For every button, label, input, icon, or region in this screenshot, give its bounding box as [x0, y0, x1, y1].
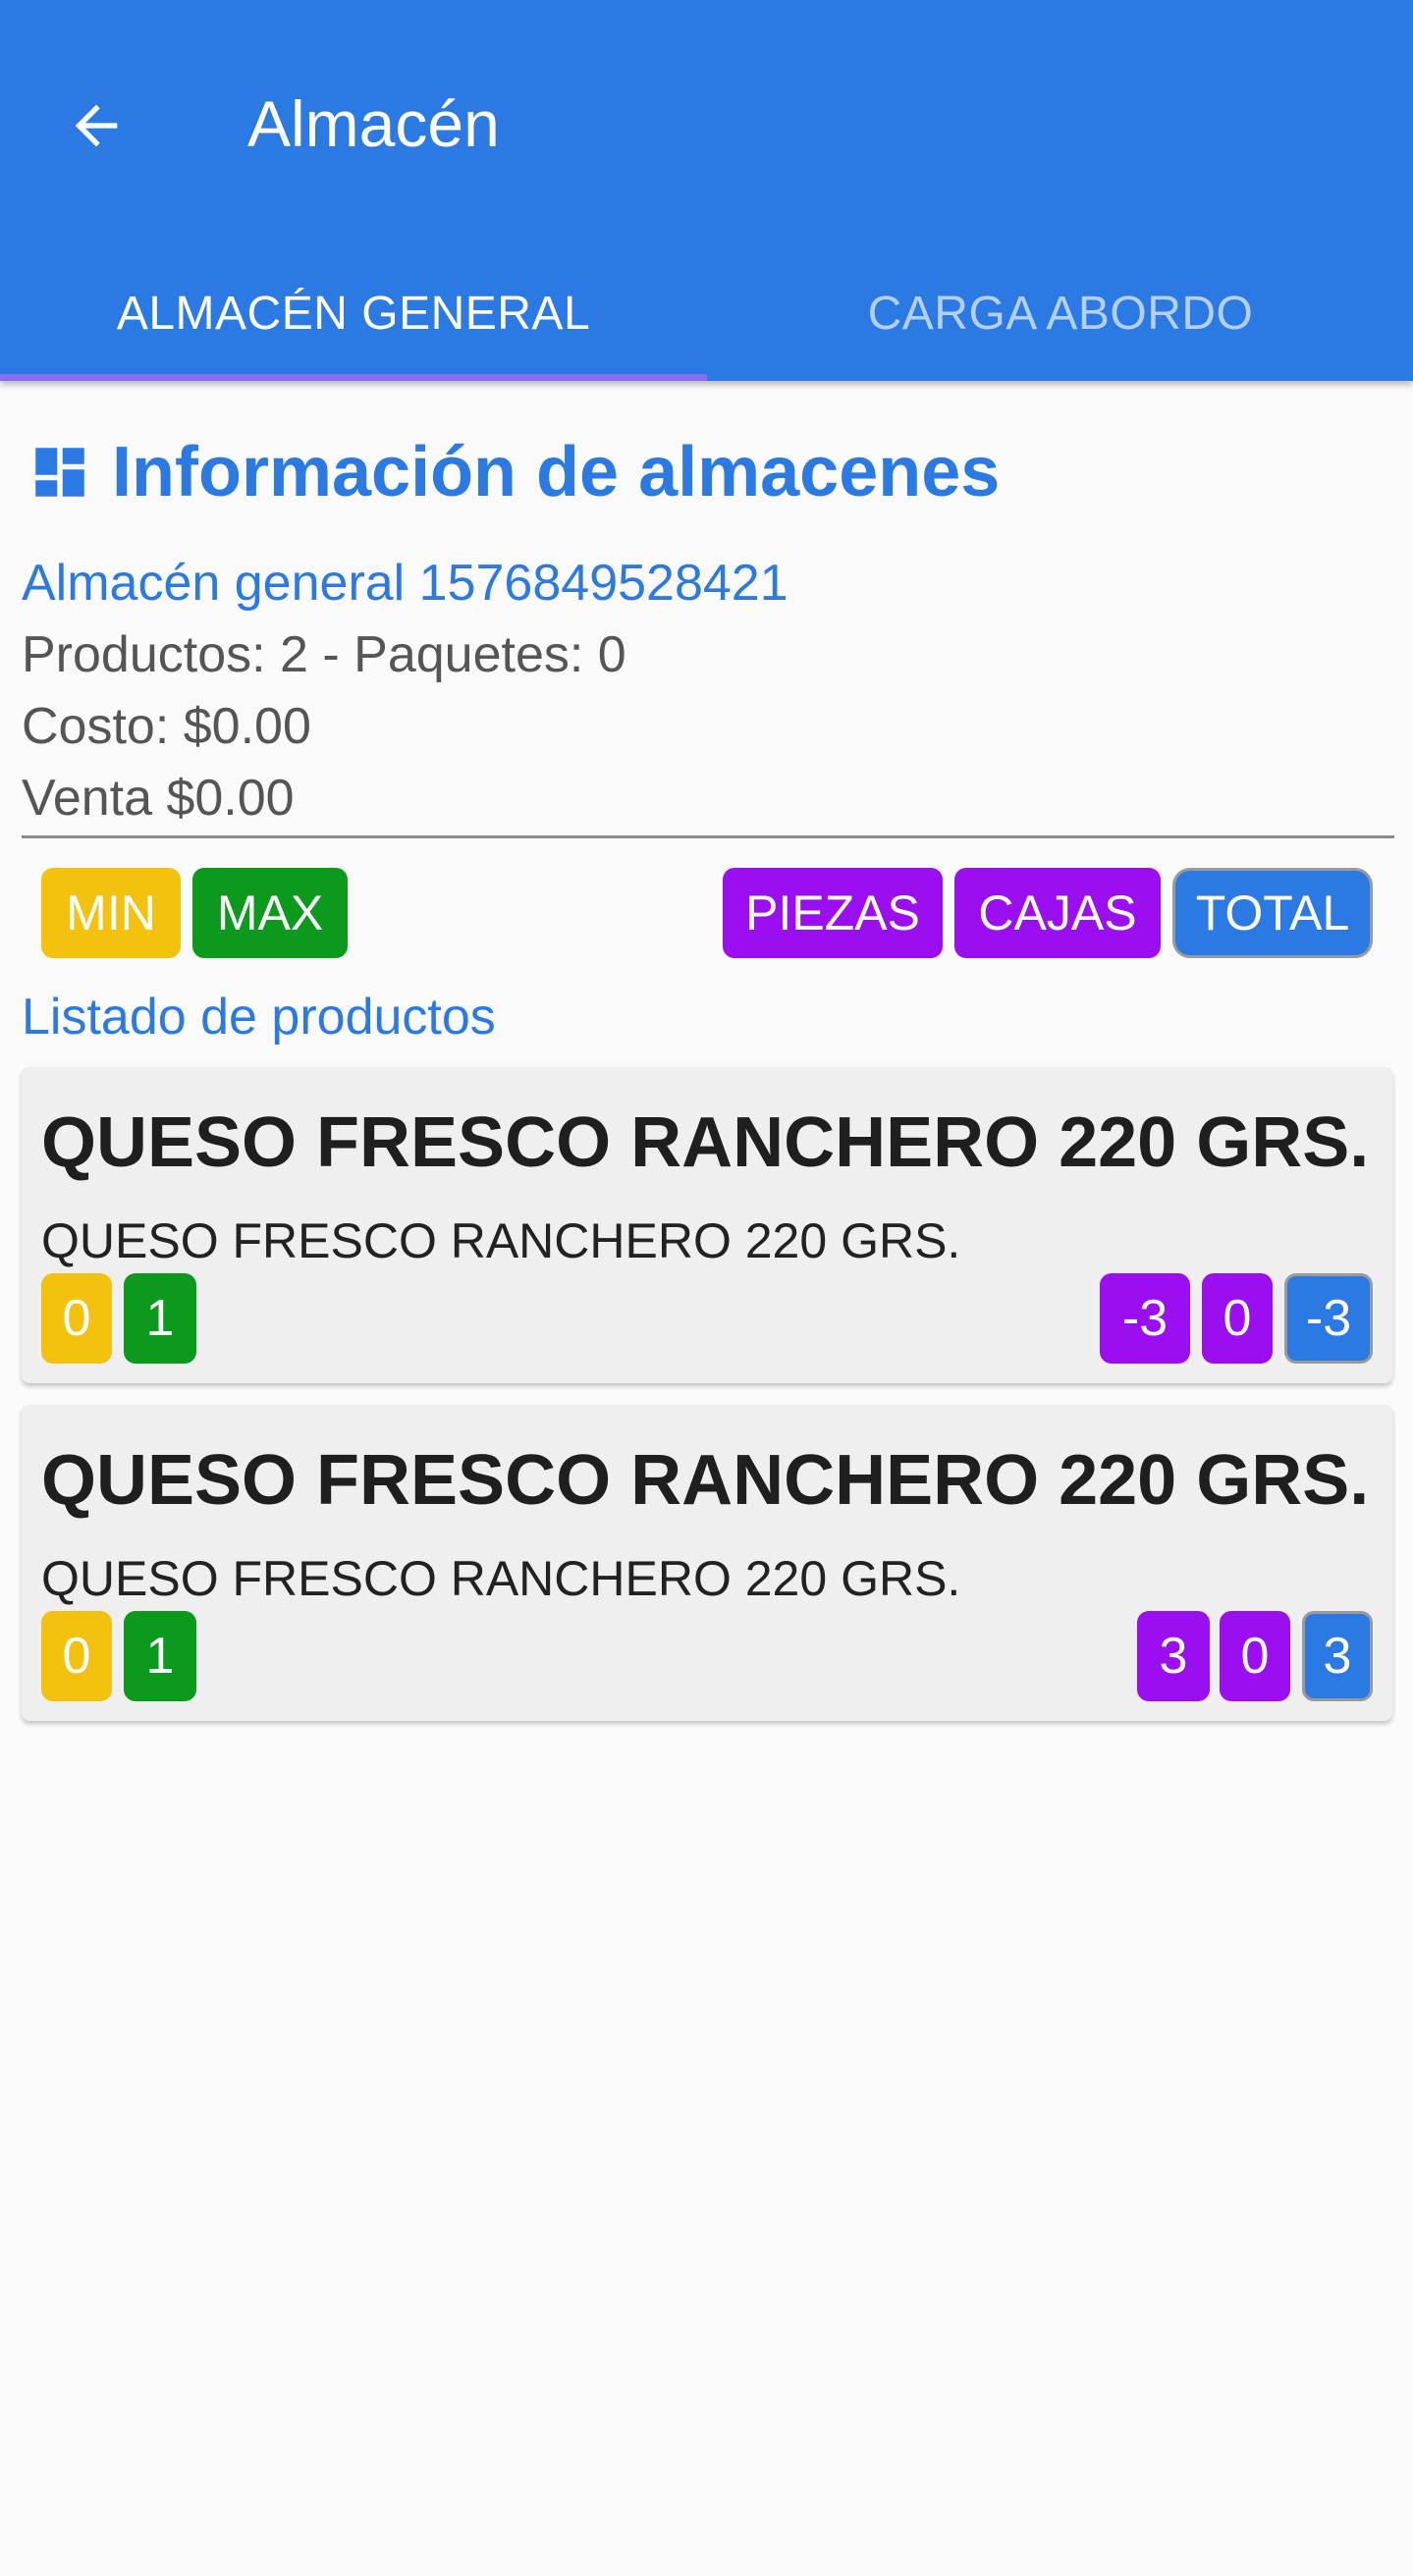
dashboard-icon	[35, 448, 84, 497]
active-tab-indicator	[0, 374, 707, 381]
piezas-badge: -3	[1100, 1273, 1190, 1364]
max-badge: 1	[124, 1273, 196, 1364]
total-badge: -3	[1284, 1273, 1373, 1364]
cajas-badge: 0	[1220, 1611, 1290, 1701]
min-badge: 0	[41, 1611, 112, 1701]
warehouse-name[interactable]: Almacén general 1576849528421	[22, 554, 788, 613]
legend-cajas-badge: CAJAS	[954, 868, 1161, 958]
legend-min-badge: MIN	[41, 868, 181, 958]
piezas-badge: 3	[1137, 1611, 1210, 1701]
product-card[interactable]: QUESO FRESCO RANCHERO 220 GRS. QUESO FRE…	[22, 1405, 1392, 1721]
legend-total-badge: TOTAL	[1172, 868, 1373, 958]
app-bar: Almacén ALMACÉN GENERAL CARGA ABORDO	[0, 0, 1413, 381]
tab-label: ALMACÉN GENERAL	[116, 287, 591, 340]
cost-value: Costo: $0.00	[22, 698, 311, 755]
max-badge: 1	[124, 1611, 196, 1701]
tab-label: CARGA ABORDO	[867, 287, 1254, 340]
back-button[interactable]	[49, 79, 143, 173]
tab-almacen-general[interactable]: ALMACÉN GENERAL	[0, 245, 707, 381]
min-badge: 0	[41, 1273, 112, 1364]
page-title: Almacén	[247, 87, 500, 160]
section-title: Información de almacenes	[27, 432, 1000, 512]
sale-value: Venta $0.00	[22, 770, 295, 827]
total-badge: 3	[1302, 1611, 1373, 1701]
product-description: QUESO FRESCO RANCHERO 220 GRS.	[41, 1213, 961, 1268]
product-name: QUESO FRESCO RANCHERO 220 GRS.	[41, 1441, 1370, 1520]
legend-piezas-badge: PIEZAS	[723, 868, 943, 958]
tab-carga-abordo[interactable]: CARGA ABORDO	[707, 245, 1413, 381]
divider	[22, 835, 1394, 838]
arrow-left-icon	[75, 104, 118, 147]
cajas-badge: 0	[1202, 1273, 1273, 1364]
products-count: Productos: 2 - Paquetes: 0	[22, 626, 626, 683]
legend-max-badge: MAX	[192, 868, 348, 958]
list-title: Listado de productos	[22, 989, 496, 1046]
product-description: QUESO FRESCO RANCHERO 220 GRS.	[41, 1551, 961, 1606]
product-card[interactable]: QUESO FRESCO RANCHERO 220 GRS. QUESO FRE…	[22, 1067, 1392, 1383]
product-name: QUESO FRESCO RANCHERO 220 GRS.	[41, 1103, 1370, 1182]
section-title-text: Información de almacenes	[112, 433, 1001, 511]
